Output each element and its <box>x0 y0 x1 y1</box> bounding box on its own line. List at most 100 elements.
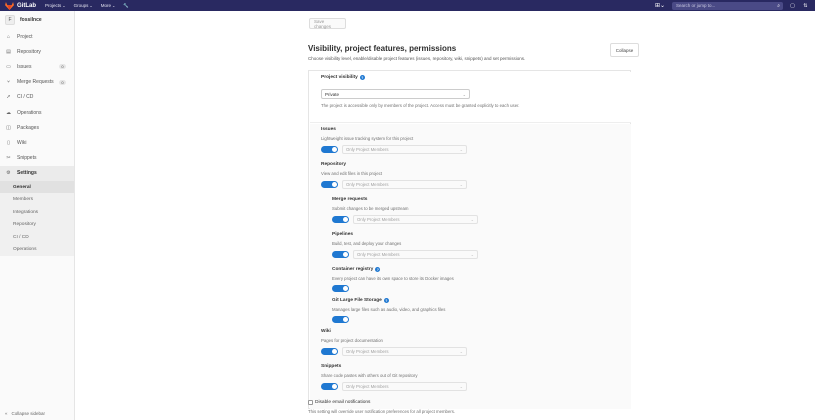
feature-issues: Issues Lightweight issue tracking system… <box>321 127 467 154</box>
repository-access-select[interactable]: Only Project Members ⌄ <box>342 180 467 189</box>
sidebar-project-header[interactable]: F fossilnce <box>0 11 74 29</box>
question-help-icon[interactable]: ? <box>375 267 381 272</box>
merge-request-icon: ⑂ <box>6 79 10 86</box>
feature-title: Snippets <box>321 364 342 369</box>
email-notifications-label[interactable]: Disable email notifications <box>308 400 455 405</box>
sidebar-item-ci-cd[interactable]: ➚ CI / CD <box>0 90 74 105</box>
settings-subnav: General Members Integrations Repository … <box>0 180 74 256</box>
double-chevron-left-icon: « <box>5 411 8 416</box>
chevron-down-icon: ⌄ <box>459 349 463 354</box>
question-help-icon[interactable]: ? <box>359 75 365 80</box>
gitlab-logo[interactable]: GitLab <box>5 1 45 10</box>
cloud-gear-icon: ☁ <box>6 109 11 116</box>
merge-request-shortcut-icon[interactable]: ⇅ <box>802 2 809 9</box>
disable-email-checkbox[interactable] <box>308 400 313 405</box>
feature-title-text: Git Large File Storage <box>332 298 382 303</box>
feature-description: Manages large files such as audio, video… <box>332 307 446 312</box>
project-visibility-help: The project is accessible only by member… <box>321 103 520 108</box>
merge-requests-access-select[interactable]: Only Project Members ⌄ <box>353 215 478 224</box>
save-changes-button[interactable]: Save changes <box>309 18 346 29</box>
features-list: Issues Lightweight issue tracking system… <box>310 124 631 409</box>
merge-requests-toggle[interactable] <box>332 216 349 223</box>
sidebar-item-label: Project <box>17 33 33 40</box>
sidebar-item-merge-requests[interactable]: ⑂ Merge Requests 0 <box>0 75 74 90</box>
sidebar-item-label: Wiki <box>17 139 27 146</box>
chevron-down-icon: ⌄ <box>470 252 474 257</box>
project-visibility-label-text: Project visibility <box>321 75 358 80</box>
search-input[interactable]: Search or jump to... ⌕ <box>672 1 783 10</box>
feature-description: View and edit files in this project <box>321 171 383 176</box>
feature-title: Pipelines <box>332 232 354 237</box>
question-help-icon[interactable]: ? <box>383 298 389 303</box>
project-visibility-select[interactable]: Private ⌄ <box>321 89 470 99</box>
sidebar-item-label: Merge Requests <box>17 79 54 86</box>
sidebar-item-project[interactable]: ⌂ Project <box>0 29 74 44</box>
wiki-toggle[interactable] <box>321 348 338 355</box>
access-value: Only Project Members <box>357 252 400 257</box>
feature-title: Container registry? <box>332 267 454 272</box>
email-notifications-label-text: Disable email notifications <box>315 400 371 405</box>
feature-description: Build, test, and deploy your changes <box>332 241 402 246</box>
nav-groups[interactable]: Groups ⌄ <box>74 3 93 8</box>
snippets-toggle[interactable] <box>321 383 338 390</box>
sidebar: F fossilnce ⌂ Project ▤ Repository ▭ Issues… <box>0 11 75 420</box>
sidebar-item-label: Packages <box>17 124 39 131</box>
issues-toggle[interactable] <box>321 146 338 153</box>
nav-projects[interactable]: Projects ⌄ <box>45 3 66 8</box>
chevron-down-icon: ⌄ <box>112 3 116 8</box>
nav-more[interactable]: More ⌄ <box>101 3 116 8</box>
chevron-down-icon: ⌄ <box>462 91 466 97</box>
access-value: Only Project Members <box>346 349 389 354</box>
snippets-access-select[interactable]: Only Project Members ⌄ <box>342 382 467 391</box>
subnav-integrations[interactable]: Integrations <box>0 206 74 219</box>
chevron-down-icon: ⌄ <box>470 217 474 222</box>
feature-title-text: Container registry <box>332 267 374 272</box>
repository-toggle[interactable] <box>321 181 338 188</box>
project-visibility-value: Private <box>325 91 340 97</box>
feature-description: Lightweight issue tracking system for th… <box>321 136 414 141</box>
sidebar-item-settings[interactable]: ⚙ Settings <box>0 165 74 181</box>
sidebar-item-label: Operations <box>17 109 42 116</box>
feature-description: Pages for project documentation <box>321 338 383 343</box>
subnav-general[interactable]: General <box>0 180 74 194</box>
subnav-repository[interactable]: Repository <box>0 218 74 231</box>
collapse-button[interactable]: Collapse <box>610 43 639 57</box>
section-description: Choose visibility level, enable/disable … <box>308 56 526 61</box>
search-icon: ⌕ <box>777 2 780 9</box>
sidebar-item-snippets[interactable]: ✂ Snippets <box>0 151 74 166</box>
feature-title: Wiki <box>321 329 331 334</box>
section-title: Visibility, project features, permission… <box>308 44 457 53</box>
pipelines-access-select[interactable]: Only Project Members ⌄ <box>353 250 478 259</box>
brand-name: GitLab <box>17 2 36 9</box>
collapse-sidebar-button[interactable]: « Collapse sidebar <box>5 411 45 416</box>
wiki-access-select[interactable]: Only Project Members ⌄ <box>342 347 467 356</box>
chevron-down-icon: ⌄ <box>459 182 463 187</box>
chevron-down-icon: ⌄ <box>89 3 93 8</box>
pipelines-toggle[interactable] <box>332 251 349 258</box>
issues-shortcut-icon[interactable]: ▢ <box>789 2 796 9</box>
sidebar-item-issues[interactable]: ▭ Issues 0 <box>0 59 74 74</box>
sidebar-item-label: Issues <box>17 63 32 70</box>
subnav-ci-cd[interactable]: CI / CD <box>0 231 74 244</box>
chevron-down-icon: ⌄ <box>459 147 463 152</box>
lfs-toggle[interactable] <box>332 316 349 323</box>
email-notifications-help: This setting will override user notifica… <box>308 409 456 414</box>
sidebar-item-repository[interactable]: ▤ Repository <box>0 44 74 59</box>
sidebar-item-wiki[interactable]: ▯ Wiki <box>0 135 74 150</box>
feature-merge-requests: Merge requests Submit changes to be merg… <box>332 197 478 224</box>
container-registry-toggle[interactable] <box>332 285 349 292</box>
access-value: Only Project Members <box>346 182 389 187</box>
new-item-plus-icon[interactable]: ⊞⌄ <box>653 2 667 10</box>
issues-access-select[interactable]: Only Project Members ⌄ <box>342 145 467 154</box>
tanuki-logo-icon <box>5 1 14 10</box>
subnav-members[interactable]: Members <box>0 193 74 206</box>
feature-title: Issues <box>321 127 336 132</box>
sidebar-item-operations[interactable]: ☁ Operations <box>0 105 74 120</box>
feature-title: Repository <box>321 162 347 167</box>
admin-wrench-icon[interactable]: 🔧 <box>123 3 129 9</box>
collapse-sidebar-label: Collapse sidebar <box>11 411 46 416</box>
subnav-operations[interactable]: Operations <box>0 243 74 256</box>
project-visibility-box: Project visibility ? Private ⌄ The proje… <box>310 72 631 123</box>
access-value: Only Project Members <box>346 147 389 152</box>
sidebar-item-packages[interactable]: ◫ Packages <box>0 120 74 135</box>
